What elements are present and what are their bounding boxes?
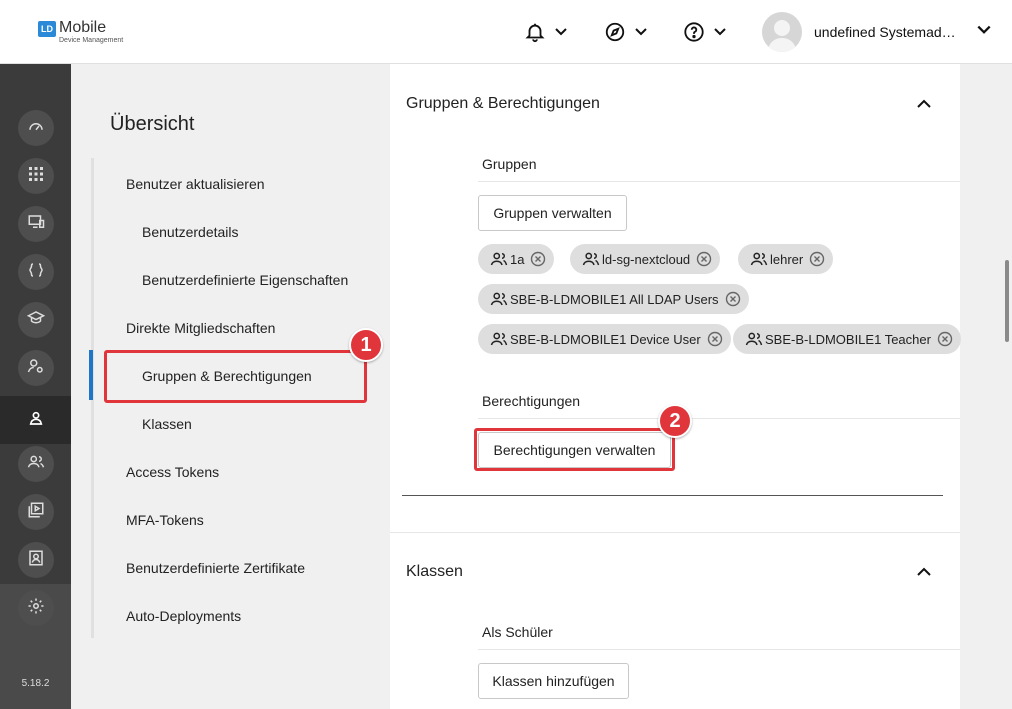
badge-icon xyxy=(27,549,45,572)
chip-label: SBE-B-LDMOBILE1 Device User xyxy=(510,331,701,347)
remove-chip-icon[interactable] xyxy=(725,291,741,307)
rail-item-settings[interactable] xyxy=(0,588,71,628)
avatar[interactable] xyxy=(762,12,802,52)
student-divider xyxy=(478,649,960,650)
groups-label: Gruppen xyxy=(482,156,537,172)
group-chip: SBE-B-LDMOBILE1 Device User xyxy=(478,324,731,354)
logo-title: Mobile xyxy=(59,19,107,36)
chevron-down-icon xyxy=(634,25,648,39)
nav-item-custom-certificates[interactable]: Benutzerdefinierte Zertifikate xyxy=(126,560,305,576)
remove-chip-icon[interactable] xyxy=(707,331,723,347)
nav-active-indicator xyxy=(89,350,93,400)
section-title-groups-permissions: Gruppen & Berechtigungen xyxy=(406,95,600,112)
gear-icon xyxy=(27,597,45,620)
user-icon xyxy=(28,410,44,431)
rail-item-badge[interactable] xyxy=(0,540,71,580)
users-icon xyxy=(27,453,45,476)
group-chip: SBE-B-LDMOBILE1 Teacher xyxy=(733,324,961,354)
chip-label: lehrer xyxy=(770,251,804,267)
nav-item-mfa-tokens[interactable]: MFA-Tokens xyxy=(126,512,204,528)
highlight-box-permissions-button xyxy=(474,428,675,471)
top-bar: LD Mobile Device Management undefined Sy… xyxy=(0,0,1012,64)
nav-item-user-details[interactable]: Benutzerdetails xyxy=(142,224,239,240)
users-icon xyxy=(490,291,508,307)
nav-item-classes[interactable]: Klassen xyxy=(142,416,192,432)
app-logo[interactable]: LD Mobile Device Management xyxy=(38,20,123,46)
school-icon xyxy=(26,309,45,332)
dashboard-icon xyxy=(27,117,45,140)
rail-item-school[interactable] xyxy=(0,300,71,340)
permissions-divider xyxy=(478,418,960,419)
chip-label: SBE-B-LDMOBILE1 All LDAP Users xyxy=(510,291,719,307)
chip-label: 1a xyxy=(510,251,525,267)
nav-item-direct-memberships[interactable]: Direkte Mitgliedschaften xyxy=(126,320,275,336)
chip-label: SBE-B-LDMOBILE1 Teacher xyxy=(765,331,931,347)
remove-chip-icon[interactable] xyxy=(937,331,953,347)
apps-grid-icon xyxy=(28,166,44,187)
rail-item-users[interactable] xyxy=(0,396,71,444)
nav-item-access-tokens[interactable]: Access Tokens xyxy=(126,464,219,480)
nav-item-update-user[interactable]: Benutzer aktualisieren xyxy=(126,176,265,192)
code-braces-icon xyxy=(27,261,45,284)
group-chip: lehrer xyxy=(738,244,834,274)
rail-item-user-settings[interactable] xyxy=(0,348,71,388)
bell-icon xyxy=(524,21,546,43)
rail-item-apps[interactable] xyxy=(0,156,71,196)
explore-menu[interactable] xyxy=(604,20,648,44)
step-badge-2: 2 xyxy=(658,404,692,438)
content-panel xyxy=(390,64,960,709)
chevron-down-icon xyxy=(713,25,727,39)
rail-item-media[interactable] xyxy=(0,492,71,532)
users-icon xyxy=(490,251,508,267)
scrollbar-thumb[interactable] xyxy=(1005,260,1009,342)
user-name[interactable]: undefined Systemadmi... xyxy=(814,24,966,40)
page-title: Übersicht xyxy=(110,113,195,135)
remove-chip-icon[interactable] xyxy=(809,251,825,267)
user-settings-icon xyxy=(27,357,45,380)
logo-subtitle: Device Management xyxy=(59,37,124,44)
groups-divider xyxy=(478,181,960,182)
rail-item-code[interactable] xyxy=(0,252,71,292)
group-chip: SBE-B-LDMOBILE1 All LDAP Users xyxy=(478,284,749,314)
highlight-box-groups-nav xyxy=(104,350,367,403)
version-label: 5.18.2 xyxy=(21,678,50,689)
add-classes-button[interactable]: Klassen hinzufügen xyxy=(478,663,629,699)
nav-item-custom-properties[interactable]: Benutzerdefinierte Eigenschaften xyxy=(142,272,348,288)
sidebar-rail xyxy=(0,64,71,709)
nav-item-auto-deployments[interactable]: Auto-Deployments xyxy=(126,608,241,624)
rail-item-dashboard[interactable] xyxy=(0,108,71,148)
help-circle-icon xyxy=(683,21,705,43)
chevron-up-icon[interactable] xyxy=(916,97,932,116)
manage-groups-button[interactable]: Gruppen verwalten xyxy=(478,195,627,231)
permissions-label: Berechtigungen xyxy=(482,393,581,409)
chevron-down-icon xyxy=(554,25,568,39)
device-star-icon xyxy=(27,213,45,236)
as-student-label: Als Schüler xyxy=(482,624,553,640)
chevron-down-icon[interactable] xyxy=(976,22,992,43)
remove-chip-icon[interactable] xyxy=(530,251,546,267)
users-icon xyxy=(582,251,600,267)
compass-icon xyxy=(604,21,626,43)
chevron-up-icon[interactable] xyxy=(916,565,932,584)
help-menu[interactable] xyxy=(683,20,727,44)
step-badge-1: 1 xyxy=(349,328,383,362)
rail-item-groups[interactable] xyxy=(0,444,71,484)
group-chip: ld-sg-nextcloud xyxy=(570,244,721,274)
chip-label: ld-sg-nextcloud xyxy=(602,251,691,267)
users-icon xyxy=(750,251,768,267)
notifications-menu[interactable] xyxy=(524,20,568,44)
section-divider xyxy=(402,495,943,496)
rail-item-devices[interactable] xyxy=(0,204,71,244)
section-separator xyxy=(390,532,960,533)
remove-chip-icon[interactable] xyxy=(696,251,712,267)
users-icon xyxy=(745,331,763,347)
group-chip: 1a xyxy=(478,244,555,274)
scroll-track xyxy=(960,64,1012,709)
section-title-classes: Klassen xyxy=(406,563,463,580)
media-icon xyxy=(27,501,45,524)
logo-mark: LD xyxy=(38,21,56,37)
users-icon xyxy=(490,331,508,347)
